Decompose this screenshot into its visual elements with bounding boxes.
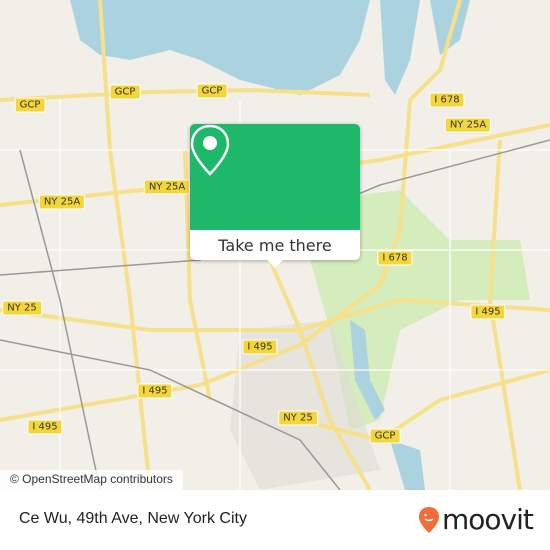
- moovit-wordmark: moovit: [442, 503, 534, 536]
- highway-shield: NY 25A: [38, 194, 86, 210]
- highway-shield: GCP: [196, 83, 228, 99]
- map-attribution[interactable]: © OpenStreetMap contributors: [0, 470, 183, 490]
- highway-shield: I 678: [377, 250, 413, 266]
- highway-shield: I 495: [137, 383, 173, 399]
- highway-shield: I 495: [242, 339, 278, 355]
- highway-shield: GCP: [369, 428, 401, 444]
- place-address: Ce Wu, 49th Ave, New York City: [19, 510, 247, 527]
- highway-shield: GCP: [14, 97, 46, 113]
- highway-shield: NY 25A: [444, 117, 492, 133]
- water-bay: [70, 0, 370, 95]
- water-creek: [380, 0, 420, 95]
- map-pin-icon: [190, 124, 230, 176]
- lake-south: [390, 440, 425, 490]
- highway-shield: I 678: [429, 92, 465, 108]
- popup-header: [190, 124, 360, 230]
- highway-shield: NY 25: [278, 410, 318, 426]
- location-popup: Take me there: [190, 124, 360, 268]
- highway-shield: I 495: [470, 304, 506, 320]
- moovit-pin-icon: [419, 506, 439, 533]
- highway-shield: NY 25A: [143, 179, 191, 195]
- moovit-logo: moovit: [418, 503, 534, 536]
- popup-tail: [267, 260, 283, 268]
- highway-shield: NY 25: [2, 300, 42, 316]
- highway-shield: I 495: [27, 419, 63, 435]
- highway-shield: GCP: [109, 84, 141, 100]
- map[interactable]: I 678 GCP GCP GCP NY 25A NY 25A NY 25A I…: [0, 0, 550, 490]
- take-me-there-button[interactable]: Take me there: [190, 230, 360, 260]
- water-bay-east: [430, 0, 470, 55]
